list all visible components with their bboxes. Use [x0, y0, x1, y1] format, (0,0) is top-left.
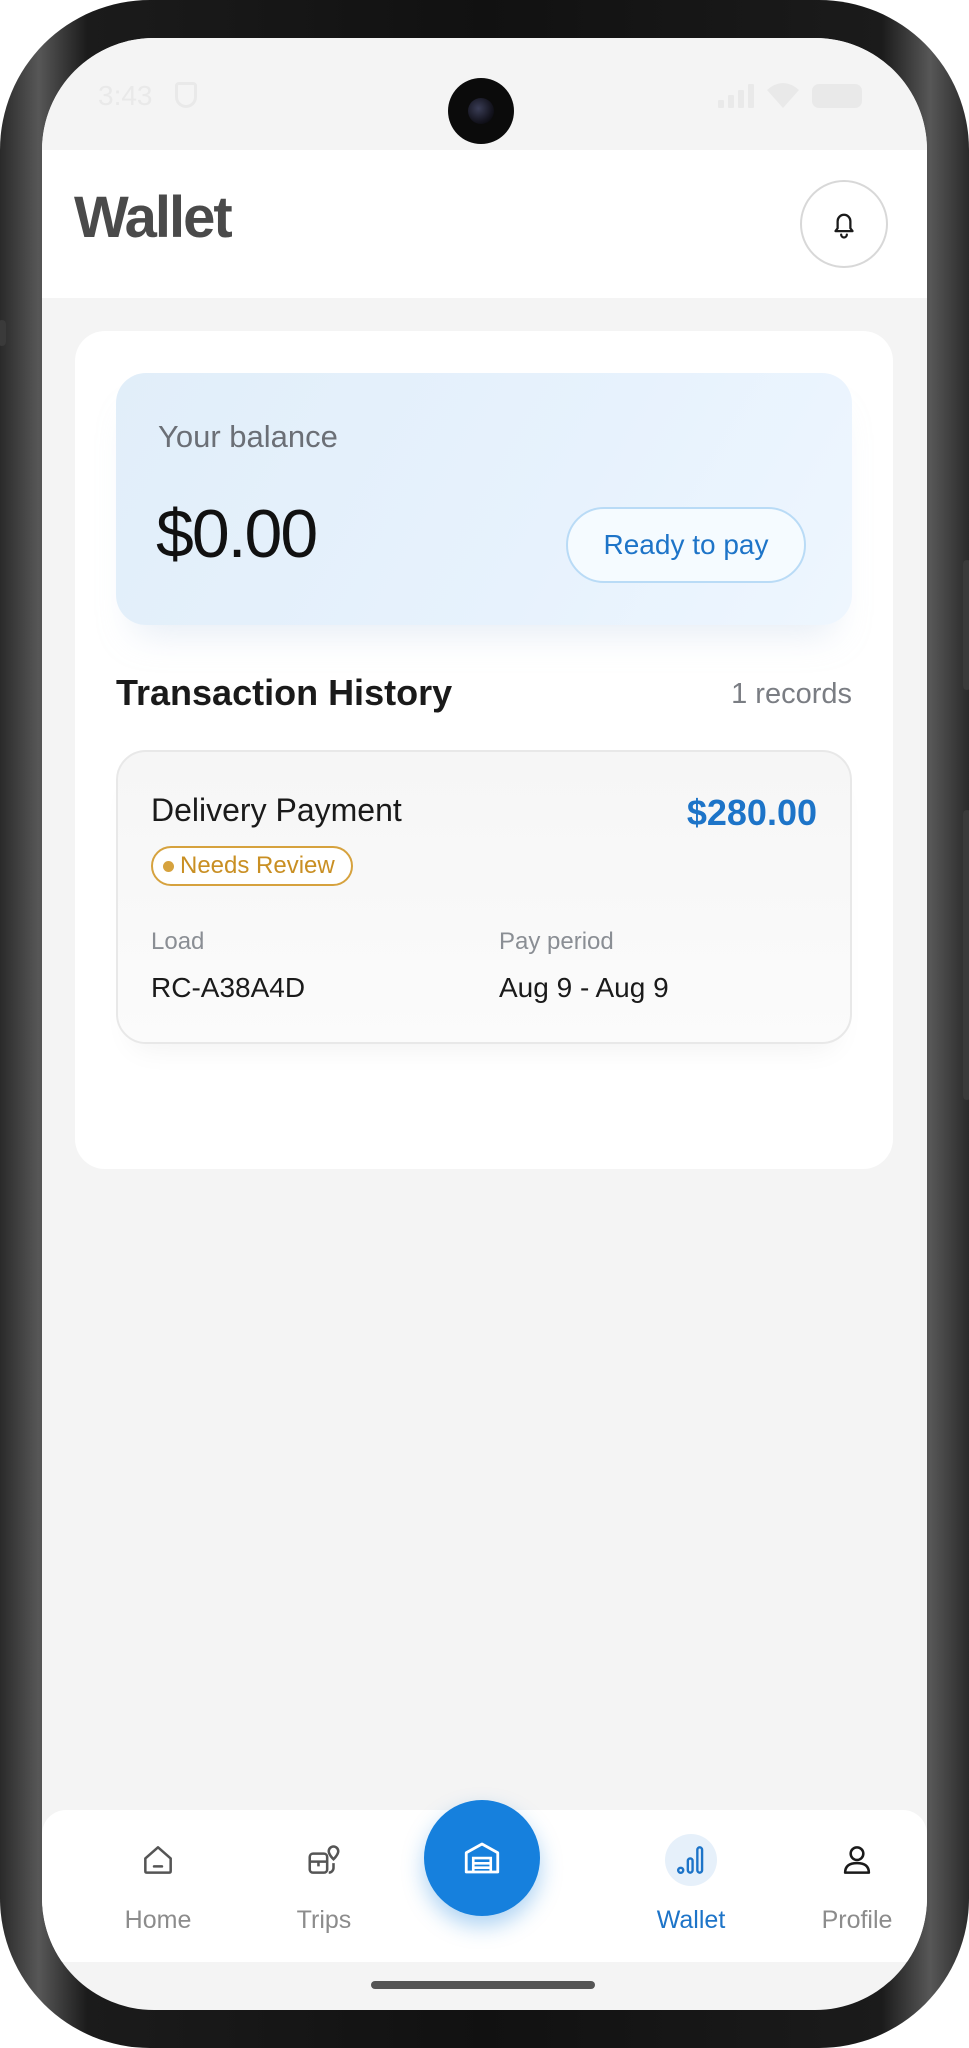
nav-label-home: Home [124, 1906, 192, 1934]
status-time: 3:43 [98, 80, 153, 111]
pay-period-label: Pay period [499, 928, 614, 955]
phone-frame: 3:43 Wallet Your balance $0.00 Ready to … [0, 0, 969, 2048]
balance-label: Your balance [158, 419, 338, 454]
load-label: Load [151, 928, 205, 955]
notifications-button[interactable] [800, 180, 888, 268]
battery-icon [812, 84, 862, 108]
transaction-history-title: Transaction History [116, 672, 453, 713]
balance-amount: $0.00 [156, 496, 318, 572]
nav-label-wallet: Wallet [656, 1906, 726, 1934]
transaction-name: Delivery Payment [151, 792, 402, 828]
signal-icon [718, 84, 754, 108]
transaction-item[interactable]: Delivery Payment $280.00 Needs Review Lo… [116, 750, 852, 1044]
trips-icon [308, 1845, 340, 1874]
bell-icon [834, 213, 854, 239]
status-badge: Needs Review [151, 846, 353, 886]
nav-item-home[interactable]: Home [98, 1810, 218, 1962]
home-icon [144, 1846, 172, 1874]
records-count: 1 records [731, 678, 852, 710]
home-indicator [371, 1981, 595, 1989]
status-dot-icon [163, 860, 174, 872]
transaction-amount: $280.00 [686, 792, 817, 833]
warehouse-icon [464, 1842, 500, 1874]
user-icon [843, 1846, 871, 1874]
wifi-icon [767, 83, 799, 108]
status-badge-label: Needs Review [180, 852, 335, 879]
ready-to-pay-button[interactable]: Ready to pay [566, 507, 806, 583]
volume-button [963, 560, 969, 690]
warehouse-fab-button[interactable] [424, 1800, 540, 1916]
shield-icon [175, 82, 197, 108]
load-value: RC-A38A4D [151, 972, 306, 1003]
front-camera [448, 78, 514, 144]
page-title: Wallet [74, 185, 233, 250]
nav-item-trips[interactable]: Trips [264, 1810, 384, 1962]
pay-period-value: Aug 9 - Aug 9 [499, 972, 669, 1003]
app-screen: 3:43 Wallet Your balance $0.00 Ready to … [42, 38, 927, 2010]
bar-chart-icon [676, 1846, 704, 1875]
page-header: Wallet [42, 150, 927, 298]
nav-label-trips: Trips [296, 1906, 352, 1934]
status-bar: 3:43 [42, 38, 927, 150]
side-button [963, 810, 969, 1100]
nav-item-profile[interactable]: Profile [797, 1810, 917, 1962]
balance-panel: Your balance $0.00 Ready to pay [116, 373, 852, 625]
nav-item-wallet[interactable]: Wallet [631, 1810, 751, 1962]
bottom-nav: Home Trips Wallet Profile [42, 1800, 927, 1962]
mute-switch [0, 320, 6, 346]
wallet-card: Your balance $0.00 Ready to pay Transact… [75, 331, 893, 1169]
nav-label-profile: Profile [821, 1906, 893, 1934]
